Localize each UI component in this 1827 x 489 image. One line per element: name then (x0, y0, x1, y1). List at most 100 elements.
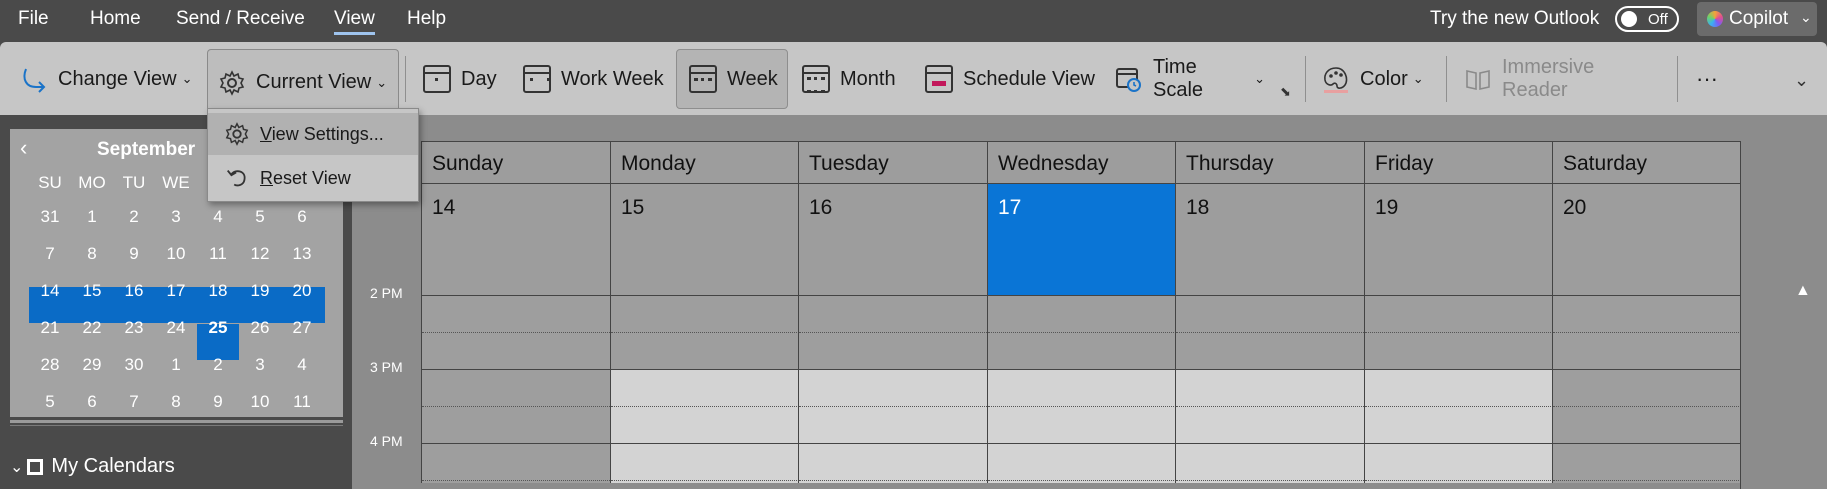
mini-calendar-day[interactable]: 10 (155, 236, 197, 272)
mini-calendar-day[interactable]: 17 (155, 273, 197, 309)
view-settings-menu-item[interactable]: View Settings... (208, 113, 418, 155)
collapse-ribbon-icon[interactable]: ⌄ (1794, 70, 1809, 91)
mini-calendar-day[interactable]: 1 (155, 347, 197, 383)
mini-calendar-day[interactable]: 3 (239, 347, 281, 383)
time-slot[interactable] (1552, 443, 1741, 483)
mini-calendar-day[interactable]: 7 (113, 384, 155, 420)
day-date-cell[interactable]: 14 (421, 183, 610, 295)
mini-calendar-day[interactable]: 7 (29, 236, 71, 272)
my-calendars-group[interactable]: ⌄ My Calendars (10, 455, 175, 478)
mini-calendar-day[interactable]: 23 (113, 310, 155, 346)
mini-calendar-day[interactable]: 16 (113, 273, 155, 309)
day-date-cell[interactable]: 19 (1364, 183, 1553, 295)
mini-calendar-day[interactable]: 27 (281, 310, 323, 346)
day-header[interactable]: Thursday (1175, 141, 1364, 183)
mini-calendar-day[interactable]: 9 (197, 384, 239, 420)
schedule-view-button[interactable]: Schedule View (925, 49, 1095, 109)
day-header[interactable]: Friday (1364, 141, 1553, 183)
mini-calendar-day[interactable]: 29 (71, 347, 113, 383)
mini-calendar-day[interactable]: 6 (281, 199, 323, 235)
time-slot[interactable] (1552, 369, 1741, 443)
time-slot[interactable] (798, 443, 987, 483)
mini-calendar-day[interactable]: 10 (239, 384, 281, 420)
time-slot[interactable] (610, 443, 799, 483)
time-slot[interactable] (798, 369, 987, 443)
week-view-button[interactable]: Week (676, 49, 788, 109)
mini-calendar-day[interactable]: 3 (155, 199, 197, 235)
time-slot[interactable] (421, 443, 610, 483)
mini-calendar-day[interactable]: 12 (239, 236, 281, 272)
mini-calendar-day[interactable]: 26 (239, 310, 281, 346)
more-options-button[interactable]: ··· (1696, 49, 1736, 109)
mini-calendar-day[interactable]: 30 (113, 347, 155, 383)
mini-calendar-day[interactable]: 18 (197, 273, 239, 309)
mini-calendar-day[interactable]: 20 (281, 273, 323, 309)
mini-calendar-day[interactable]: 4 (197, 199, 239, 235)
mini-calendar-day[interactable]: 9 (113, 236, 155, 272)
time-slot[interactable] (1364, 369, 1553, 443)
reset-view-menu-item[interactable]: Reset View (208, 157, 418, 199)
mini-calendar-day[interactable]: 14 (29, 273, 71, 309)
day-header[interactable]: Sunday (421, 141, 610, 183)
day-view-button[interactable]: Day (423, 49, 503, 109)
day-date-cell[interactable]: 18 (1175, 183, 1364, 295)
day-date-cell[interactable]: 20 (1552, 183, 1741, 295)
scroll-up-icon[interactable]: ▲ (1795, 282, 1811, 300)
previous-month-icon[interactable]: ‹ (20, 135, 27, 161)
time-slot[interactable] (610, 295, 799, 369)
day-header[interactable]: Monday (610, 141, 799, 183)
color-button[interactable]: Color ⌄ (1322, 49, 1437, 109)
time-slot[interactable] (610, 369, 799, 443)
dialog-launcher-icon[interactable]: ⬊ (1280, 84, 1291, 100)
mini-calendar-day[interactable]: 19 (239, 273, 281, 309)
menu-send-receive[interactable]: Send / Receive (176, 8, 305, 30)
time-slot[interactable] (987, 295, 1176, 369)
mini-calendar-day[interactable]: 22 (71, 310, 113, 346)
menu-help[interactable]: Help (407, 8, 446, 30)
new-outlook-toggle[interactable]: Off (1615, 6, 1679, 32)
current-view-button[interactable]: Current View ⌄ (207, 49, 399, 115)
mini-calendar-day[interactable]: 11 (281, 384, 323, 420)
mini-calendar-day[interactable]: 8 (155, 384, 197, 420)
day-date-cell[interactable]: 16 (798, 183, 987, 295)
mini-calendar-day[interactable]: 25 (197, 310, 239, 346)
time-slot[interactable] (1364, 295, 1553, 369)
time-slot[interactable] (1175, 443, 1364, 483)
day-header[interactable]: Tuesday (798, 141, 987, 183)
mini-calendar-day[interactable]: 24 (155, 310, 197, 346)
immersive-reader-button[interactable]: Immersive Reader (1464, 49, 1664, 109)
mini-calendar-day[interactable]: 15 (71, 273, 113, 309)
time-slot[interactable] (1175, 295, 1364, 369)
mini-calendar-day[interactable]: 4 (281, 347, 323, 383)
day-header[interactable]: Wednesday (987, 141, 1176, 183)
mini-calendar-day[interactable]: 5 (29, 384, 71, 420)
mini-calendar-day[interactable]: 5 (239, 199, 281, 235)
time-slot[interactable] (421, 295, 610, 369)
mini-calendar-day[interactable]: 2 (113, 199, 155, 235)
mini-calendar-day[interactable]: 1 (71, 199, 113, 235)
time-slot[interactable] (421, 369, 610, 443)
mini-calendar-day[interactable]: 21 (29, 310, 71, 346)
mini-calendar-day[interactable]: 28 (29, 347, 71, 383)
menu-home[interactable]: Home (90, 8, 141, 30)
time-slot[interactable] (987, 443, 1176, 483)
mini-calendar-day[interactable]: 6 (71, 384, 113, 420)
time-slot[interactable] (1175, 369, 1364, 443)
mini-calendar-day[interactable]: 2 (197, 347, 239, 383)
time-slot[interactable] (1364, 443, 1553, 483)
mini-calendar-day[interactable]: 13 (281, 236, 323, 272)
change-view-button[interactable]: Change View ⌄ (20, 49, 195, 109)
day-header[interactable]: Saturday (1552, 141, 1741, 183)
month-view-button[interactable]: Month (802, 49, 907, 109)
day-date-cell[interactable]: 17 (987, 183, 1176, 295)
time-slot[interactable] (798, 295, 987, 369)
time-slot[interactable] (1552, 295, 1741, 369)
menu-view[interactable]: View (334, 8, 375, 35)
mini-calendar-day[interactable]: 31 (29, 199, 71, 235)
copilot-button[interactable]: Copilot ⌄ (1697, 2, 1817, 36)
mini-calendar-day[interactable]: 8 (71, 236, 113, 272)
time-slot[interactable] (987, 369, 1176, 443)
work-week-view-button[interactable]: Work Week (523, 49, 668, 109)
day-date-cell[interactable]: 15 (610, 183, 799, 295)
mini-calendar-day[interactable]: 11 (197, 236, 239, 272)
